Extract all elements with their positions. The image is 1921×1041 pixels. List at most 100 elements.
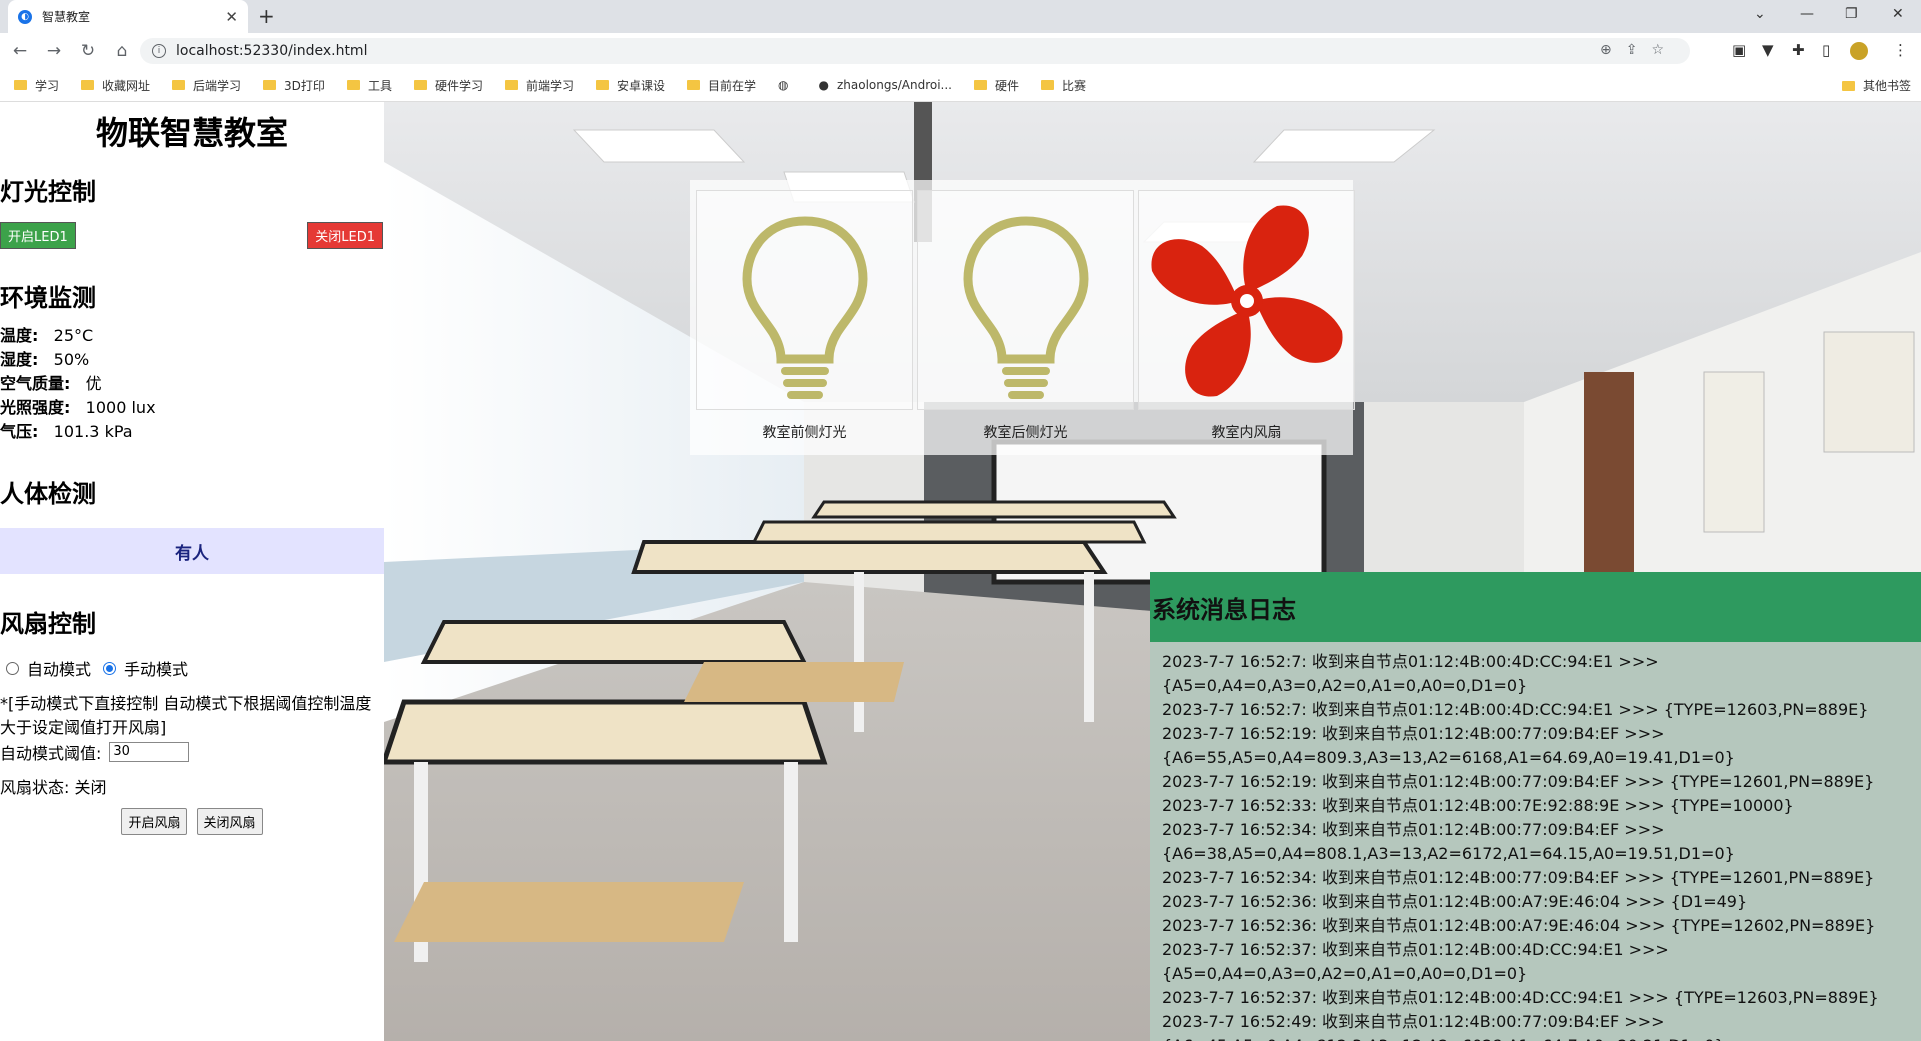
fan-buttons: 开启风扇 关闭风扇 xyxy=(0,808,384,835)
bookmark-item[interactable]: 后端学习 xyxy=(172,77,241,94)
fan-off-button[interactable]: 关闭风扇 xyxy=(196,808,263,835)
favicon-icon: ◐ xyxy=(18,9,32,24)
env-monitor-heading: 环境监测 xyxy=(0,284,96,312)
env-key: 空气质量: xyxy=(0,374,71,393)
bookmark-item[interactable]: 学习 xyxy=(14,77,59,94)
led-off-button[interactable]: 关闭LED1 xyxy=(307,222,383,249)
close-window-button[interactable]: ✕ xyxy=(1892,6,1904,22)
bookmark-star-icon[interactable]: ☆ xyxy=(1651,42,1678,58)
bookmark-item[interactable]: 工具 xyxy=(346,77,392,94)
manual-mode-radio[interactable] xyxy=(103,661,117,675)
bookmark-item[interactable]: 硬件学习 xyxy=(413,77,483,94)
auto-mode-radio[interactable] xyxy=(6,661,19,675)
fan-state-label: 风扇状态: xyxy=(0,778,70,797)
fan-card[interactable]: 教室内风扇 xyxy=(1138,190,1355,450)
front-light-card[interactable]: 教室前侧灯光 xyxy=(696,190,913,450)
home-icon[interactable]: ⌂ xyxy=(108,41,136,61)
log-list[interactable]: 2023-7-7 16:52:7: 收到来自节点01:12:4B:00:4D:C… xyxy=(1150,642,1921,1041)
device-label: 教室内风扇 xyxy=(1211,425,1282,441)
fan-control-heading: 风扇控制 xyxy=(0,610,96,638)
share-icon[interactable]: ⇪ xyxy=(1626,42,1652,58)
log-line: 2023-7-7 16:52:34: 收到来自节点01:12:4B:00:77:… xyxy=(1162,820,1735,863)
fan-icon xyxy=(1151,205,1343,397)
extension-icon[interactable]: ▣ xyxy=(1732,41,1746,59)
body-status-badge: 有人 xyxy=(0,528,384,574)
back-light-card[interactable]: 教室后侧灯光 xyxy=(917,190,1134,450)
bookmark-label: 硬件学习 xyxy=(434,78,483,93)
auto-mode-label: 自动模式 xyxy=(27,660,92,679)
url-text: localhost:52330/index.html xyxy=(176,43,368,59)
env-row-humidity: 湿度: 50% xyxy=(0,348,384,372)
address-bar-actions: ⊕⇪☆ xyxy=(1600,42,1678,58)
control-panel: 物联智慧教室 灯光控制 开启LED1 关闭LED1 环境监测 温度: 25°C … xyxy=(0,102,384,1041)
bookmark-label: 比赛 xyxy=(1062,78,1087,93)
bookmark-item[interactable]: ● zhaolongs/Androi... xyxy=(819,78,953,92)
bookmark-item[interactable]: 硬件 xyxy=(974,77,1019,94)
back-icon[interactable]: ← xyxy=(6,41,34,61)
fan-state-row: 风扇状态: 关闭 xyxy=(0,774,384,798)
new-tab-button[interactable]: + xyxy=(258,4,275,28)
reload-icon[interactable]: ↻ xyxy=(74,41,102,61)
log-line: 2023-7-7 16:52:49: 收到来自节点01:12:4B:00:77:… xyxy=(1162,1012,1725,1041)
address-bar[interactable]: i localhost:52330/index.html ⊕⇪☆ xyxy=(140,38,1690,64)
bookmark-item[interactable]: 安卓课设 xyxy=(595,77,665,94)
bookmarks-bar: 学习 收藏网址 后端学习 3D打印 工具 硬件学习 前端学习 安卓课设 目前在学… xyxy=(0,69,1921,102)
bookmark-item[interactable]: 目前在学 xyxy=(687,77,756,94)
bookmark-item[interactable]: 比赛 xyxy=(1041,77,1086,94)
device-label: 教室前侧灯光 xyxy=(762,425,847,441)
extensions-puzzle-icon[interactable]: ✚ xyxy=(1792,41,1805,59)
log-line: 2023-7-7 16:52:33: 收到来自节点01:12:4B:00:7E:… xyxy=(1162,796,1794,815)
log-line: 2023-7-7 16:52:19: 收到来自节点01:12:4B:00:77:… xyxy=(1162,724,1735,767)
classroom-background: 教室前侧灯光 教室后侧灯光 教室内风扇 系统消息日志 2023-7-7 16:5… xyxy=(384,102,1921,1041)
github-icon: ● xyxy=(818,78,829,92)
env-row-illuminance: 光照强度: 1000 lux xyxy=(0,396,384,420)
bulb-icon xyxy=(742,216,868,399)
side-panel-icon[interactable]: ▯ xyxy=(1822,41,1830,59)
light-control-heading: 灯光控制 xyxy=(0,178,96,206)
env-value: 25°C xyxy=(53,326,94,345)
bookmark-item[interactable]: 3D打印 xyxy=(263,77,325,94)
log-line: 2023-7-7 16:52:7: 收到来自节点01:12:4B:00:4D:C… xyxy=(1162,700,1869,719)
threshold-input[interactable]: 30 xyxy=(109,742,190,762)
env-readings: 温度: 25°C 湿度: 50% 空气质量: 优 光照强度: 1000 lux … xyxy=(0,324,384,444)
browser-tab[interactable]: ◐ 智慧教室 ✕ xyxy=(8,0,248,33)
folder-icon xyxy=(346,80,360,90)
bookmark-item[interactable]: 收藏网址 xyxy=(81,77,150,94)
folder-icon xyxy=(1041,80,1055,90)
bookmark-label: 工具 xyxy=(367,78,392,93)
bookmark-item[interactable]: 前端学习 xyxy=(504,77,574,94)
manual-mode-label: 手动模式 xyxy=(124,660,189,679)
device-label: 教室后侧灯光 xyxy=(983,425,1068,441)
minimize-button[interactable]: — xyxy=(1800,6,1814,22)
system-log-panel: 系统消息日志 2023-7-7 16:52:7: 收到来自节点01:12:4B:… xyxy=(1150,572,1921,1041)
fan-on-button[interactable]: 开启风扇 xyxy=(121,808,188,835)
restore-button[interactable]: ❐ xyxy=(1845,6,1858,22)
menu-icon[interactable]: ⋮ xyxy=(1893,41,1908,59)
site-info-icon[interactable]: i xyxy=(152,44,166,58)
tab-search-icon[interactable]: ⌄ xyxy=(1754,6,1766,22)
bookmark-item[interactable]: ◍ xyxy=(778,78,796,92)
threshold-label: 自动模式阈值: xyxy=(0,744,102,763)
log-line: 2023-7-7 16:52:37: 收到来自节点01:12:4B:00:4D:… xyxy=(1162,988,1879,1007)
profile-avatar[interactable] xyxy=(1850,42,1868,60)
env-key: 湿度: xyxy=(0,350,39,369)
fan-mode-note: *[手动模式下直接控制 自动模式下根据阈值控制温度大于设定阈值打开风扇] xyxy=(0,694,372,737)
folder-icon xyxy=(504,80,518,90)
env-key: 温度: xyxy=(0,326,39,345)
folder-icon xyxy=(263,80,277,90)
device-panel: 教室前侧灯光 教室后侧灯光 教室内风扇 xyxy=(690,180,1355,455)
led-on-button[interactable]: 开启LED1 xyxy=(0,222,76,249)
zoom-icon[interactable]: ⊕ xyxy=(1600,42,1626,58)
env-value: 优 xyxy=(85,374,102,393)
extension-icon[interactable]: ▼ xyxy=(1762,41,1774,59)
folder-icon xyxy=(687,80,700,90)
bookmark-label: 3D打印 xyxy=(284,78,325,93)
forward-icon[interactable]: → xyxy=(40,41,68,61)
folder-icon xyxy=(413,80,427,90)
folder-icon xyxy=(172,80,186,90)
log-line: 2023-7-7 16:52:36: 收到来自节点01:12:4B:00:A7:… xyxy=(1162,916,1876,935)
close-tab-icon[interactable]: ✕ xyxy=(225,8,238,26)
device-icon-cell xyxy=(917,190,1134,410)
env-value: 101.3 kPa xyxy=(53,422,133,441)
other-bookmarks[interactable]: 其他书签 xyxy=(1841,77,1911,94)
